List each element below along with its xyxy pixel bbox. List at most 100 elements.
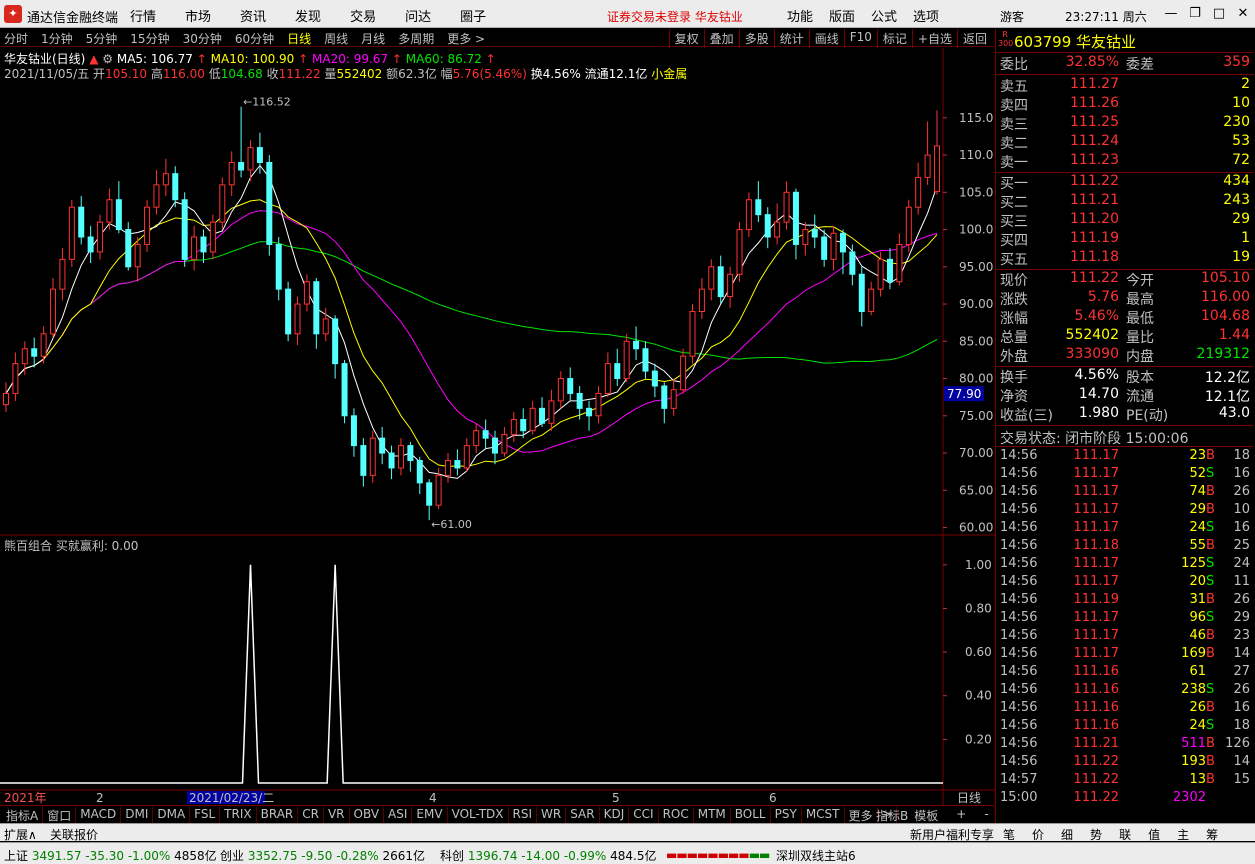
candle-body[interactable] [745,199,752,231]
period-tab[interactable]: 分时 [4,30,28,47]
candle-body[interactable] [557,378,564,402]
candle-body[interactable] [454,460,461,469]
candle-body[interactable] [651,370,658,387]
ask-row[interactable]: 卖一 111.23 72 [996,152,1254,171]
candle-body[interactable] [332,318,339,365]
bid-row[interactable]: 买五 111.18 19 [996,249,1254,268]
candle-body[interactable] [191,236,198,260]
candle-body[interactable] [416,460,423,484]
candle-body[interactable] [492,437,499,454]
candle-body[interactable] [21,348,28,365]
candle-body[interactable] [181,199,188,260]
candle-body[interactable] [238,162,245,171]
candle-body[interactable] [858,273,865,312]
candle-body[interactable] [510,419,517,435]
candle-body[interactable] [896,243,903,283]
candle-body[interactable] [915,176,922,208]
candle-body[interactable] [614,363,621,380]
candle-body[interactable] [134,243,141,268]
menu-layout[interactable]: 版面 [829,6,855,25]
indicator-tab[interactable]: PSY [771,807,802,824]
candle-body[interactable] [285,288,292,335]
adjust-button[interactable]: 复权 [668,29,704,48]
candle-body[interactable] [256,147,263,163]
indicator-b-tab[interactable]: 指标B [873,807,911,824]
ask-row[interactable]: 卖三 111.25 230 [996,114,1254,133]
candle-body[interactable] [877,258,884,290]
candle-body[interactable] [31,348,38,357]
related-quotes-button[interactable]: 关联报价 [50,826,98,843]
menu-quotes[interactable]: 行情 [130,6,156,25]
candle-body[interactable] [886,258,893,283]
candle-body[interactable] [322,318,329,335]
candle-body[interactable] [341,363,348,417]
user-name[interactable]: 游客 [1000,8,1024,25]
menu-news[interactable]: 资讯 [240,6,266,25]
candle-body[interactable] [407,445,414,462]
subtab-chips[interactable]: 筹 [1206,826,1218,843]
candle-body[interactable] [369,437,376,476]
candle-body[interactable] [539,407,546,424]
candle-body[interactable] [106,199,113,223]
menu-function[interactable]: 功能 [787,6,813,25]
candle-body[interactable] [162,173,169,186]
expand-button[interactable]: 扩展∧ [4,826,37,843]
indicator-tab[interactable]: VR [324,807,350,824]
candle-body[interactable] [350,415,357,447]
candle-body[interactable] [153,184,160,208]
candle-body[interactable] [755,199,762,216]
zoom-out-button[interactable]: - [981,807,991,824]
candle-body[interactable] [172,173,179,201]
candle-body[interactable] [360,445,367,476]
candle-body[interactable] [379,437,386,454]
indicator-tab[interactable]: RSI [509,807,538,824]
candle-body[interactable] [811,229,818,238]
candle-body[interactable] [266,162,273,245]
multi-stock-button[interactable]: 多股 [738,29,774,48]
candle-body[interactable] [586,407,593,417]
candle-body[interactable] [595,392,602,417]
candle-body[interactable] [849,251,856,275]
subtab-related[interactable]: 联 [1119,826,1131,843]
subtab-detail[interactable]: 细 [1061,826,1073,843]
candle-body[interactable] [868,288,875,312]
subtab-main[interactable]: 主 [1177,826,1189,843]
candle-body[interactable] [219,184,226,223]
mark-button[interactable]: 标记 [876,29,912,48]
candle-body[interactable] [642,348,649,372]
menu-ask[interactable]: 问达 [405,6,431,25]
candle-body[interactable] [698,288,705,312]
period-tab[interactable]: 1分钟 [41,30,73,47]
menu-options[interactable]: 选项 [913,6,939,25]
candle-body[interactable] [435,474,442,506]
indicator-tab[interactable]: CR [298,807,324,824]
indicator-tab[interactable]: ASI [384,807,413,824]
candle-body[interactable] [303,281,310,305]
period-tab[interactable]: 60分钟 [235,30,274,47]
period-tab-daily[interactable]: 日线 [287,30,311,47]
back-button[interactable]: 返回 [956,29,992,48]
candle-body[interactable] [463,445,470,469]
ask-row[interactable]: 卖四 111.26 10 [996,95,1254,114]
candle-body[interactable] [275,243,282,290]
candle-body[interactable] [50,288,57,335]
subtab-value[interactable]: 值 [1148,826,1160,843]
period-tab[interactable]: 周线 [324,30,348,47]
f10-button[interactable]: F10 [843,29,877,48]
candle-body[interactable] [482,430,489,439]
candle-body[interactable] [397,445,404,469]
candle-body[interactable] [764,214,771,238]
candle-body[interactable] [97,221,104,253]
candle-body[interactable] [200,236,207,253]
stats-button[interactable]: 统计 [773,29,809,48]
ask-row[interactable]: 卖二 111.24 53 [996,133,1254,152]
candle-body[interactable] [783,191,790,223]
candle-body[interactable] [247,147,254,171]
candle-body[interactable] [144,206,151,245]
candle-body[interactable] [604,363,611,394]
settings-icon[interactable]: ⚙ [102,52,113,66]
kline-chart[interactable]: 115.0 110.0 105.0 100.0 95.00 90.00 85.00 80.00… [0,48,995,805]
indicator-tab[interactable]: WR [537,807,567,824]
subtab-trend[interactable]: 势 [1090,826,1102,843]
candle-body[interactable] [313,281,320,335]
